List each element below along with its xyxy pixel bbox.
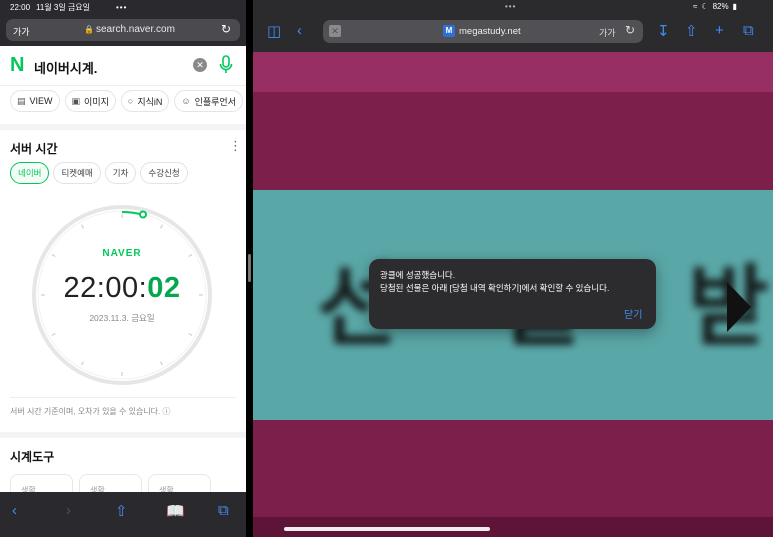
site-favicon: M xyxy=(443,25,455,37)
tab-label: VIEW xyxy=(29,96,53,106)
page-band xyxy=(253,92,773,190)
alert-message-1: 광클에 성공했습니다. xyxy=(380,270,456,280)
left-browser-pane: 22:00 11월 3일 금요일 ••• 가가 🔒 search.naver.c… xyxy=(0,0,246,537)
close-tab-icon[interactable]: ✕ xyxy=(329,25,341,37)
sidebar-icon[interactable]: ◫ xyxy=(267,22,281,40)
clock-tools-section: 시계도구 생활 생활 생활 xyxy=(0,432,246,504)
address-bar-area: 가가 🔒 search.naver.com ↻ xyxy=(0,14,246,46)
status-date: 11월 3일 금요일 xyxy=(36,2,91,12)
split-view-divider[interactable] xyxy=(246,0,253,537)
naver-brand: NAVER xyxy=(102,248,142,259)
notice-text: 서버 시간 기준이며, 오차가 있을 수 있습니다. ⓘ xyxy=(10,406,171,417)
reload-icon[interactable]: ↻ xyxy=(625,23,635,37)
text-size-button[interactable]: 가가 xyxy=(599,26,616,39)
image-icon: ▣ xyxy=(71,95,81,106)
status-bar: 22:00 11월 3일 금요일 ••• xyxy=(0,0,246,14)
url-text[interactable]: search.naver.com xyxy=(96,24,175,35)
server-time-card: 서버 시간 ⋮ 네이버 티켓예매 기차 수강신청 NAVER 22:00:02 … xyxy=(0,124,246,424)
clock-face: NAVER 22:00:02 2023.11.3. 금요일 xyxy=(31,204,213,386)
battery-percent: 82% xyxy=(712,2,729,11)
tools-title: 시계도구 xyxy=(10,450,55,464)
server-date: 2023.11.3. 금요일 xyxy=(89,313,155,323)
alert-dialog: 광클에 성공했습니다. 당첨된 선물은 아래 [당첨 내역 확인하기]에서 확인… xyxy=(369,259,656,329)
status-time: 22:00 xyxy=(10,2,31,12)
battery-icon: ▮ xyxy=(732,2,737,11)
tabs-icon[interactable]: ⧉ xyxy=(218,502,229,519)
tab-view[interactable]: ▤ VIEW xyxy=(10,90,60,112)
split-handle[interactable] xyxy=(248,254,251,282)
time-seconds: 02 xyxy=(147,272,181,304)
page-band xyxy=(253,420,773,520)
multitask-dots[interactable]: ••• xyxy=(505,2,516,11)
alert-message-2: 당첨된 선물은 아래 [당첨 내역 확인하기]에서 확인할 수 있습니다. xyxy=(380,283,610,293)
safari-toolbar: ••• ≈ ☾ 82% ▮ ◫ ‹ ✕ M megastudy.net 가가 ↻ ↧ … xyxy=(253,0,773,52)
reload-icon[interactable]: ↻ xyxy=(221,22,231,36)
subtab-course[interactable]: 수강신청 xyxy=(140,162,188,184)
right-browser-pane: ••• ≈ ☾ 82% ▮ ◫ ‹ ✕ M megastudy.net 가가 ↻ ↧ … xyxy=(253,0,773,537)
close-button[interactable]: 닫기 xyxy=(624,306,642,321)
naver-logo[interactable]: N xyxy=(10,55,27,75)
subtab-naver[interactable]: 네이버 xyxy=(10,162,50,184)
url-text[interactable]: megastudy.net xyxy=(459,26,521,37)
person-icon: ☺ xyxy=(181,96,191,106)
bookmarks-icon[interactable]: 📖 xyxy=(166,502,185,520)
download-icon[interactable]: ↧ xyxy=(657,22,670,40)
tabs-icon[interactable]: ⧉ xyxy=(743,22,754,39)
tab-kin[interactable]: ○ 지식iN xyxy=(120,90,170,112)
lock-icon: 🔒 xyxy=(84,25,94,34)
view-icon: ▤ xyxy=(17,95,26,106)
info-icon[interactable]: ⓘ xyxy=(163,407,171,416)
home-indicator[interactable] xyxy=(284,527,490,531)
page-band xyxy=(253,52,773,92)
status-indicators: ≈ ☾ 82% ▮ xyxy=(693,2,737,11)
search-tabs: ▤ VIEW ▣ 이미지 ○ 지식iN ☺ 인플루언서 xyxy=(0,86,246,116)
tab-label: 이미지 xyxy=(84,96,109,107)
share-icon[interactable]: ⇧ xyxy=(685,22,698,40)
back-icon[interactable]: ‹ xyxy=(12,502,17,519)
subtab-ticket[interactable]: 티켓예매 xyxy=(53,162,101,184)
new-tab-icon[interactable]: + xyxy=(715,22,724,39)
play-arrow-icon[interactable] xyxy=(727,282,751,332)
server-time-display: 22:00:02 xyxy=(31,272,213,305)
divider xyxy=(10,397,236,398)
multitask-dots[interactable]: ••• xyxy=(116,3,127,12)
bottom-toolbar: ‹ › ⇧ 📖 ⧉ xyxy=(0,492,246,537)
time-hm: 22:00: xyxy=(63,272,148,304)
moon-icon: ☾ xyxy=(701,2,709,11)
tab-image[interactable]: ▣ 이미지 xyxy=(64,90,116,112)
tab-label: 지식iN xyxy=(137,96,163,107)
share-icon[interactable]: ⇧ xyxy=(115,502,128,520)
subtab-train[interactable]: 기차 xyxy=(104,162,137,184)
tab-influencer[interactable]: ☺ 인플루언서 xyxy=(174,90,243,112)
address-bar[interactable]: ✕ M megastudy.net 가가 ↻ xyxy=(323,20,643,43)
card-title: 서버 시간 xyxy=(10,142,58,156)
tab-label: 인플루언서 xyxy=(194,96,236,107)
wifi-icon: ≈ xyxy=(693,2,698,11)
kin-icon: ○ xyxy=(127,96,134,106)
clear-icon[interactable]: ✕ xyxy=(193,58,207,72)
mic-icon[interactable] xyxy=(218,55,234,75)
search-bar: N 네이버시계. ✕ xyxy=(0,46,246,86)
server-time-tabs: 네이버 티켓예매 기차 수강신청 xyxy=(10,162,188,184)
forward-icon[interactable]: › xyxy=(66,502,71,519)
back-icon[interactable]: ‹ xyxy=(297,22,302,39)
more-icon[interactable]: ⋮ xyxy=(229,138,242,154)
text-size-button[interactable]: 가가 xyxy=(13,25,30,38)
notice-label: 서버 시간 기준이며, 오차가 있을 수 있습니다. xyxy=(10,407,161,416)
search-input[interactable]: 네이버시계. xyxy=(34,58,97,77)
address-bar[interactable]: 가가 🔒 search.naver.com ↻ xyxy=(6,19,240,41)
